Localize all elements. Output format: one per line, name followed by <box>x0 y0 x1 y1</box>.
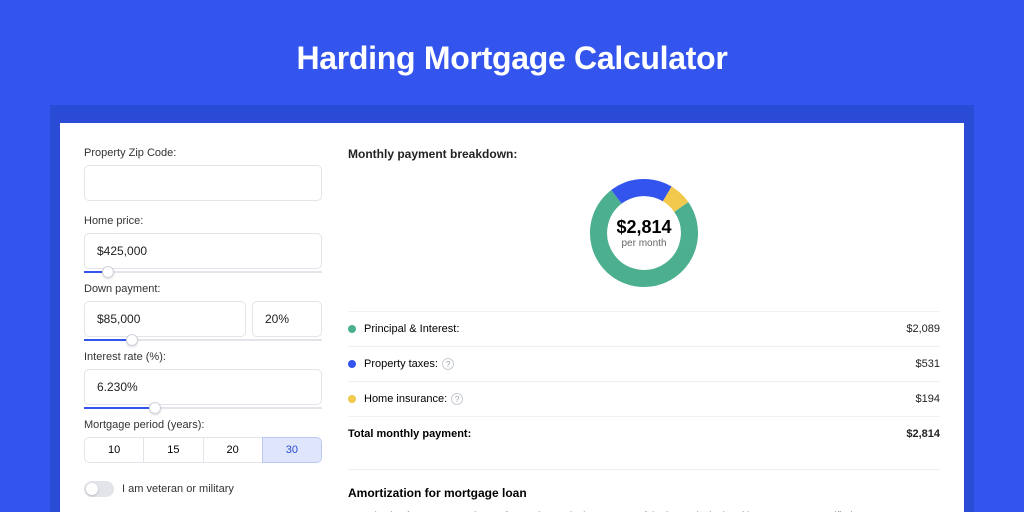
veteran-toggle[interactable] <box>84 481 114 497</box>
period-btn-15[interactable]: 15 <box>143 437 203 463</box>
legend-total-row: Total monthly payment:$2,814 <box>348 417 940 451</box>
legend-row: Principal & Interest: $2,089 <box>348 312 940 347</box>
legend-dot-icon <box>348 395 356 403</box>
legend-row: Home insurance:?$194 <box>348 382 940 417</box>
legend-total-label: Total monthly payment: <box>348 428 906 440</box>
mortgage-period-label: Mortgage period (years): <box>84 419 322 431</box>
legend-label-text: Home insurance: <box>364 393 447 405</box>
legend-dot-icon <box>348 360 356 368</box>
calculator-panel: Property Zip Code: Home price: Down paym… <box>50 105 974 512</box>
amortization-section: Amortization for mortgage loan Amortizat… <box>348 469 940 512</box>
home-price-label: Home price: <box>84 215 322 227</box>
down-payment-slider-thumb[interactable] <box>126 334 138 346</box>
period-btn-10[interactable]: 10 <box>84 437 144 463</box>
legend-value: $2,089 <box>906 323 940 335</box>
home-price-slider[interactable] <box>84 271 322 273</box>
interest-rate-slider[interactable] <box>84 407 322 409</box>
down-payment-input[interactable] <box>84 301 246 337</box>
breakdown-panel: Monthly payment breakdown: $2,814 per mo… <box>348 147 940 512</box>
legend-label: Home insurance:? <box>364 393 916 405</box>
legend-label: Principal & Interest: <box>364 323 906 335</box>
page-title: Harding Mortgage Calculator <box>0 40 1024 77</box>
zip-label: Property Zip Code: <box>84 147 322 159</box>
donut-amount: $2,814 <box>616 217 671 238</box>
down-payment-slider[interactable] <box>84 339 322 341</box>
input-form: Property Zip Code: Home price: Down paym… <box>84 147 322 512</box>
legend-row: Property taxes:?$531 <box>348 347 940 382</box>
home-price-slider-thumb[interactable] <box>102 266 114 278</box>
legend-value: $531 <box>916 358 940 370</box>
interest-rate-input[interactable] <box>84 369 322 405</box>
period-btn-20[interactable]: 20 <box>203 437 263 463</box>
help-icon[interactable]: ? <box>442 358 454 370</box>
legend-label: Property taxes:? <box>364 358 916 370</box>
mortgage-period-group: 10152030 <box>84 437 322 463</box>
interest-rate-slider-thumb[interactable] <box>149 402 161 414</box>
zip-input[interactable] <box>84 165 322 201</box>
legend-dot-icon <box>348 325 356 333</box>
amortization-title: Amortization for mortgage loan <box>348 486 940 500</box>
home-price-input[interactable] <box>84 233 322 269</box>
legend-label-text: Principal & Interest: <box>364 323 459 335</box>
interest-rate-label: Interest rate (%): <box>84 351 322 363</box>
breakdown-legend: Principal & Interest: $2,089 Property taxe… <box>348 311 940 451</box>
down-payment-pct-input[interactable] <box>252 301 322 337</box>
help-icon[interactable]: ? <box>451 393 463 405</box>
legend-label-text: Property taxes: <box>364 358 438 370</box>
veteran-label: I am veteran or military <box>122 483 234 495</box>
legend-value: $194 <box>916 393 940 405</box>
period-btn-30[interactable]: 30 <box>262 437 322 463</box>
donut-sub: per month <box>616 238 671 249</box>
legend-total-value: $2,814 <box>906 428 940 440</box>
down-payment-label: Down payment: <box>84 283 322 295</box>
